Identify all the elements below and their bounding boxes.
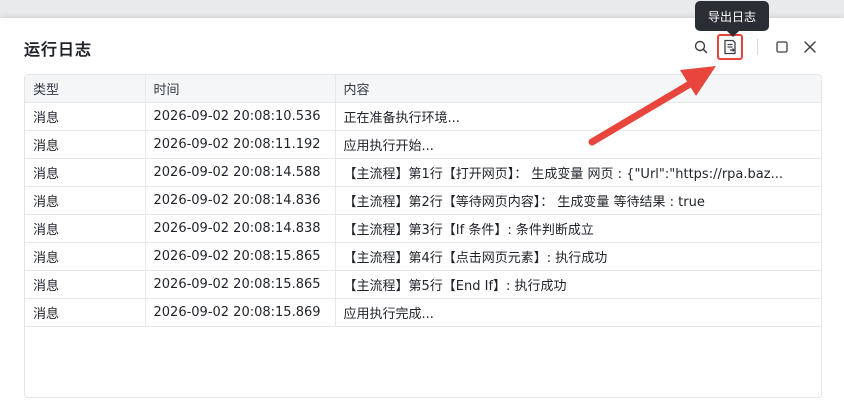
- close-icon: [804, 41, 816, 53]
- table-row[interactable]: 消息 2026-09-02 20:08:14.838 【主流程】第3行【If 条…: [25, 214, 821, 243]
- column-header-time[interactable]: 时间: [145, 75, 336, 103]
- table-row[interactable]: 消息 2026-09-02 20:08:11.192 应用执行开始...: [25, 130, 821, 159]
- cell-content: 【主流程】第3行【If 条件】: 条件判断成立: [335, 214, 821, 243]
- column-header-type[interactable]: 类型: [25, 75, 146, 103]
- maximize-icon: [776, 41, 788, 53]
- table-row[interactable]: 消息 2026-09-02 20:08:14.836 【主流程】第2行【等待网页…: [25, 186, 821, 215]
- toolbar-divider: [757, 39, 758, 55]
- cell-time: 2026-09-02 20:08:15.865: [145, 270, 336, 299]
- cell-time: 2026-09-02 20:08:14.836: [145, 186, 336, 215]
- cell-content: 应用执行完成...: [335, 298, 821, 327]
- cell-type: 消息: [25, 102, 146, 131]
- cell-time: 2026-09-02 20:08:10.536: [145, 102, 336, 131]
- cell-type: 消息: [25, 130, 146, 159]
- cell-content: 【主流程】第1行【打开网页】： 生成变量 网页 : {"Url":"https:…: [335, 158, 821, 187]
- run-log-window: 运行日志 类型 时间 内容 消息 2026-09-02 20:08:10.536…: [0, 18, 844, 420]
- cell-type: 消息: [25, 298, 146, 327]
- table-header-row: 类型 时间 内容: [25, 75, 821, 103]
- cell-content: 【主流程】第2行【等待网页内容】： 生成变量 等待结果 : true: [335, 186, 821, 215]
- cell-type: 消息: [25, 214, 146, 243]
- search-icon: [694, 40, 708, 54]
- cell-type: 消息: [25, 158, 146, 187]
- cell-time: 2026-09-02 20:08:11.192: [145, 130, 336, 159]
- export-log-tooltip: 导出日志: [695, 1, 769, 37]
- cell-content: 正在准备执行环境...: [335, 102, 821, 131]
- window-title: 运行日志: [24, 40, 93, 59]
- export-log-icon: [723, 39, 737, 55]
- table-row[interactable]: 消息 2026-09-02 20:08:15.869 应用执行完成...: [25, 298, 821, 327]
- cell-content: 【主流程】第5行【End If】: 执行成功: [335, 270, 821, 299]
- table-row[interactable]: 消息 2026-09-02 20:08:15.865 【主流程】第4行【点击网页…: [25, 242, 821, 271]
- cell-type: 消息: [25, 242, 146, 271]
- maximize-button[interactable]: [768, 33, 796, 61]
- log-table-container[interactable]: 类型 时间 内容 消息 2026-09-02 20:08:10.536 正在准备…: [24, 74, 822, 398]
- export-log-button[interactable]: [717, 34, 743, 60]
- cell-time: 2026-09-02 20:08:14.588: [145, 158, 336, 187]
- cell-time: 2026-09-02 20:08:15.869: [145, 298, 336, 327]
- cell-content: 应用执行开始...: [335, 130, 821, 159]
- table-row[interactable]: 消息 2026-09-02 20:08:15.865 【主流程】第5行【End …: [25, 270, 821, 299]
- cell-type: 消息: [25, 270, 146, 299]
- column-header-content[interactable]: 内容: [335, 75, 821, 103]
- close-button[interactable]: [796, 33, 824, 61]
- table-row[interactable]: 消息 2026-09-02 20:08:14.588 【主流程】第1行【打开网页…: [25, 158, 821, 187]
- log-table: 类型 时间 内容 消息 2026-09-02 20:08:10.536 正在准备…: [25, 75, 821, 327]
- window-toolbar: [687, 32, 824, 62]
- cell-time: 2026-09-02 20:08:15.865: [145, 242, 336, 271]
- cell-type: 消息: [25, 186, 146, 215]
- table-row[interactable]: 消息 2026-09-02 20:08:10.536 正在准备执行环境...: [25, 102, 821, 131]
- search-button[interactable]: [687, 33, 715, 61]
- cell-time: 2026-09-02 20:08:14.838: [145, 214, 336, 243]
- cell-content: 【主流程】第4行【点击网页元素】: 执行成功: [335, 242, 821, 271]
